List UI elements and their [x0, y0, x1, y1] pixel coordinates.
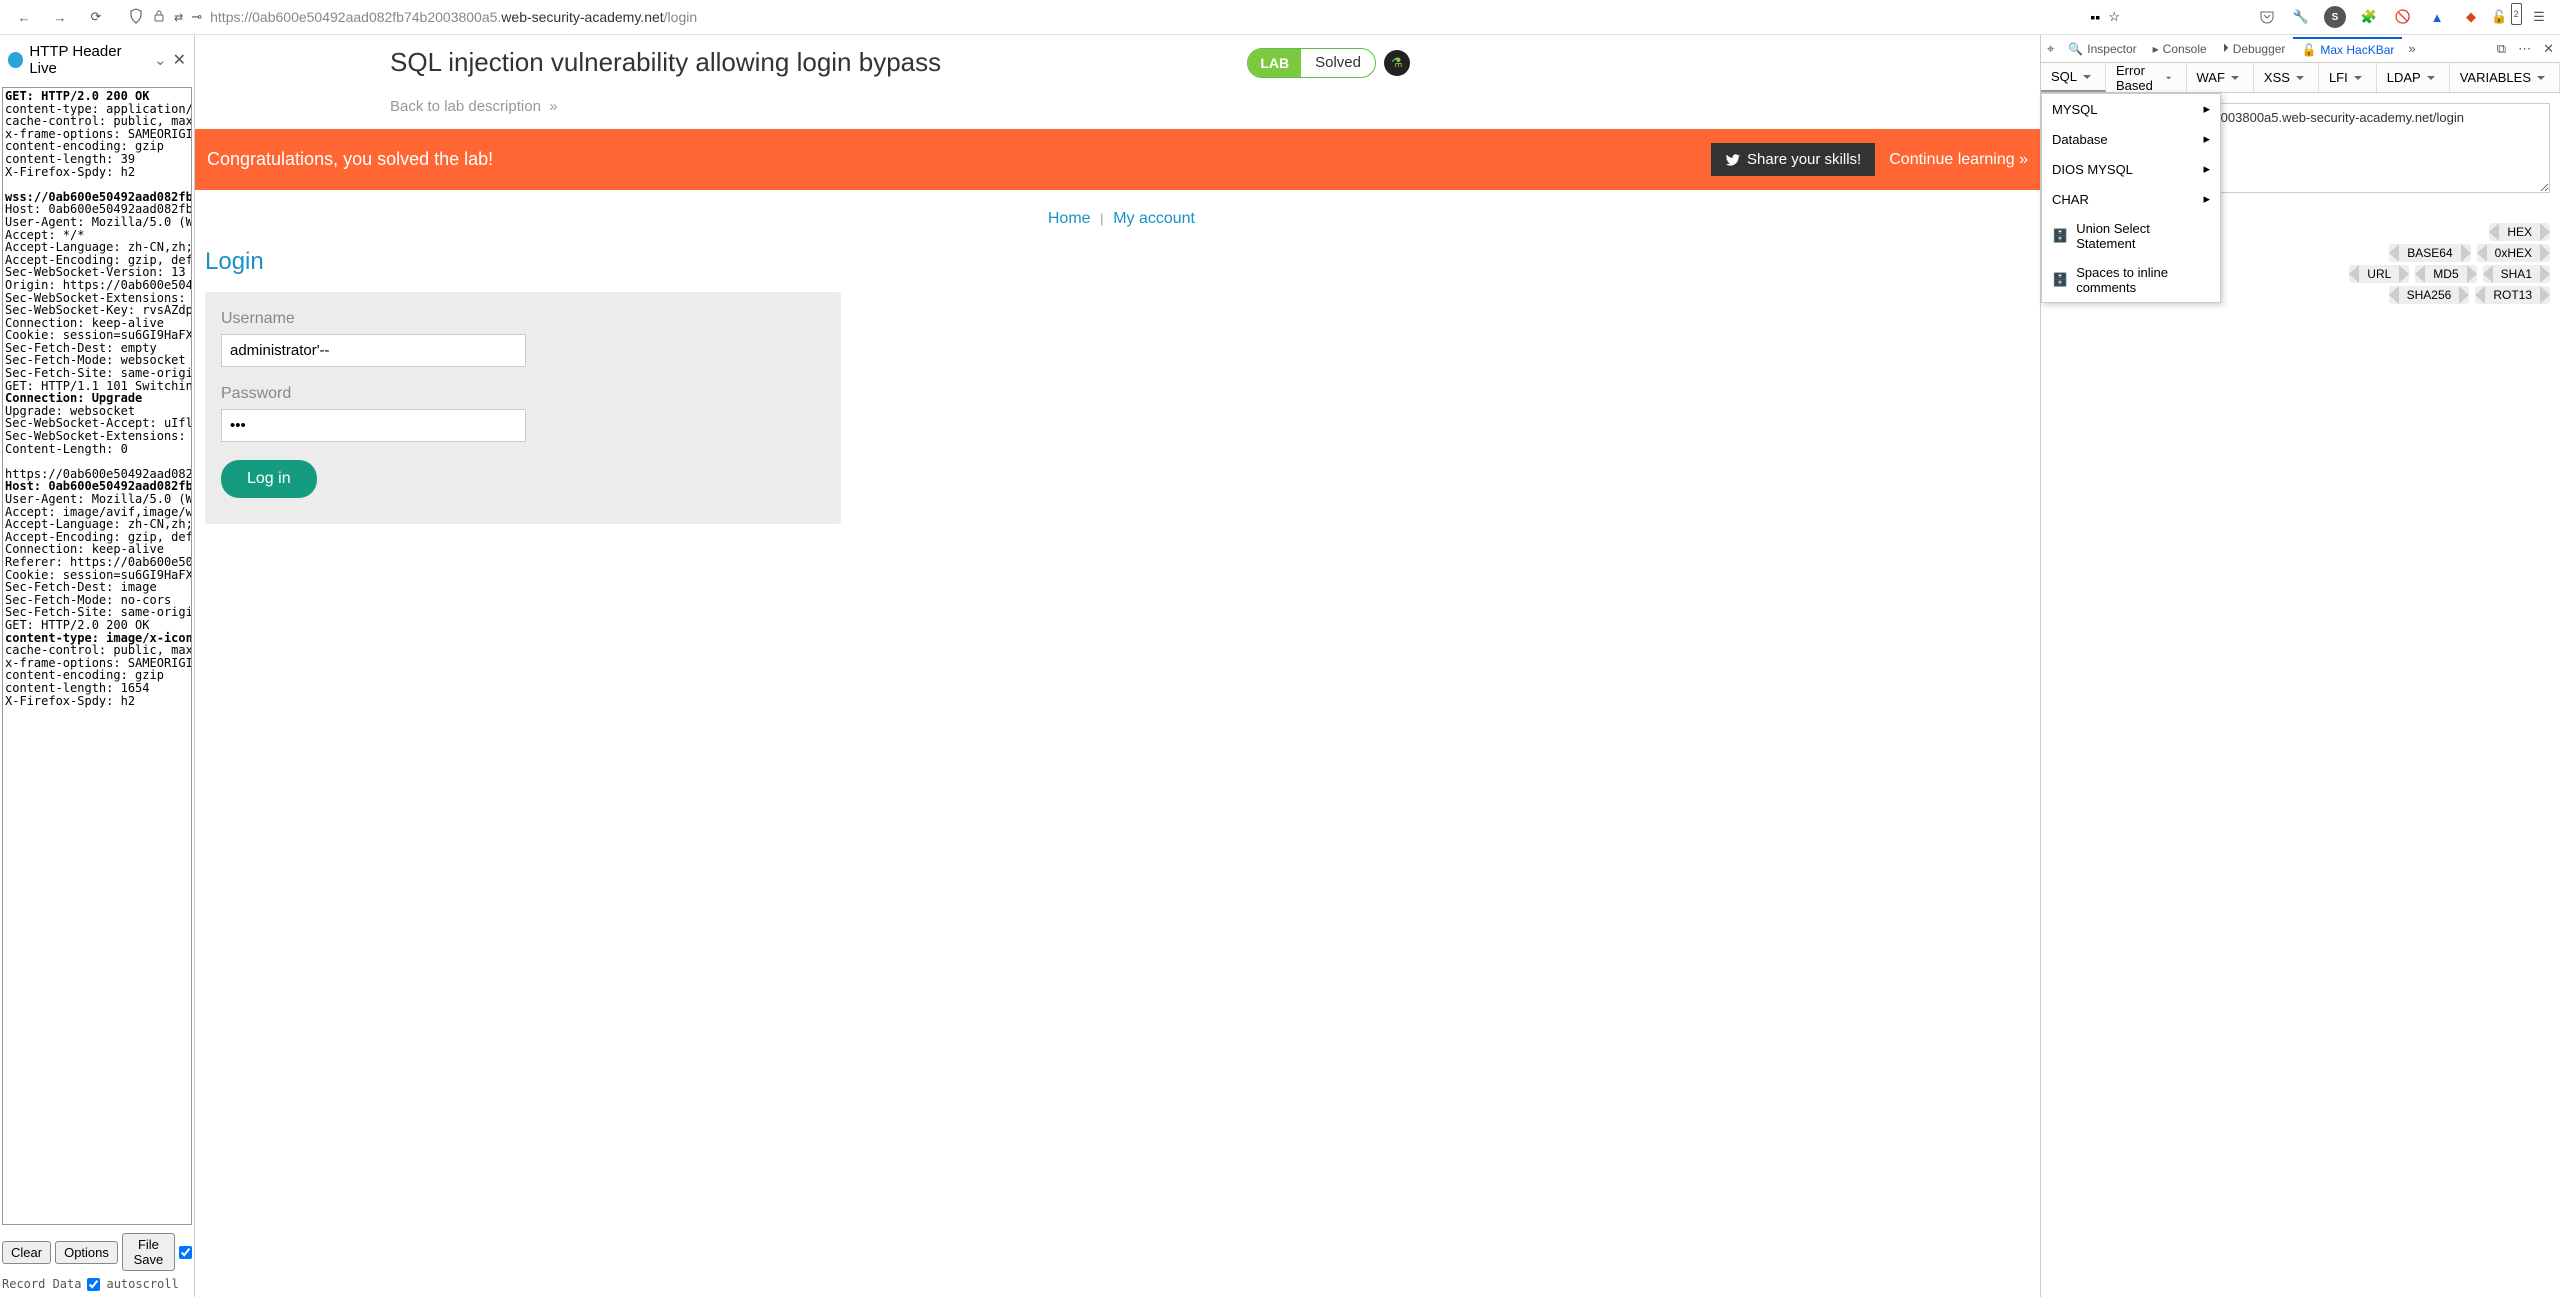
page-content: SQL injection vulnerability allowing log… [195, 35, 2040, 1297]
chip-md5[interactable]: MD5 [2415, 265, 2476, 283]
hackbar-menu-error-based[interactable]: Error Based [2106, 63, 2187, 92]
congrats-text: Congratulations, you solved the lab! [207, 149, 493, 170]
permissions-icon: ⇄ [174, 11, 183, 24]
forward-button[interactable]: → [46, 3, 74, 31]
shield-icon [128, 8, 144, 27]
share-button[interactable]: Share your skills! [1711, 143, 1875, 176]
cube-icon[interactable]: ◆ [2460, 6, 2482, 28]
chip-url[interactable]: URL [2349, 265, 2409, 283]
reload-button[interactable]: ⟳ [82, 3, 110, 31]
sql-option-dios-mysql[interactable]: DIOS MYSQL▸ [2042, 154, 2220, 184]
sql-option-spaces-to-inline-comments[interactable]: 🗄️Spaces to inline comments [2042, 258, 2220, 302]
password-label: Password [221, 385, 825, 403]
chip-base64[interactable]: BASE64 [2389, 244, 2470, 262]
clear-button[interactable]: Clear [2, 1241, 51, 1264]
hackbar-menu-lfi[interactable]: LFI [2319, 63, 2377, 92]
noscript-icon[interactable]: 🚫 [2392, 6, 2414, 28]
tab-console[interactable]: ▸ Console [2145, 38, 2215, 60]
autoscroll-checkbox[interactable] [87, 1278, 100, 1291]
http-header-live-panel: HTTP Header Live ⌄ ✕ GET: HTTP/2.0 200 O… [0, 35, 195, 1297]
flask-icon: ⚗ [1384, 50, 1410, 76]
hackbar-menu-ldap[interactable]: LDAP [2377, 63, 2450, 92]
wrench-icon[interactable]: 🔧 [2290, 6, 2312, 28]
sql-option-mysql[interactable]: MYSQL▸ [2042, 94, 2220, 124]
url-text: https://0ab600e50492aad082fb74b2003800a5… [210, 9, 697, 25]
account-icon[interactable]: S [2324, 6, 2346, 28]
back-to-lab-link[interactable]: Back to lab description » [390, 90, 2040, 129]
continue-link[interactable]: Continue learning » [1889, 151, 2028, 169]
chip-sha256[interactable]: SHA256 [2389, 286, 2470, 304]
home-link[interactable]: Home [1048, 210, 1091, 227]
chip-sha1[interactable]: SHA1 [2483, 265, 2550, 283]
chip-hex[interactable]: HEX [2489, 223, 2550, 241]
lab-tag: LAB [1248, 49, 1301, 77]
back-button[interactable]: ← [10, 3, 38, 31]
record-label: Record Data [2, 1277, 81, 1291]
login-form: Username Password Log in [205, 292, 841, 524]
nav-separator: | [1100, 211, 1103, 226]
devtools-menu-icon[interactable]: ⋯ [2512, 41, 2537, 57]
lock-icon [152, 9, 166, 26]
extensions-icon[interactable]: 🧩 [2358, 6, 2380, 28]
devtools-close-icon[interactable]: ✕ [2537, 41, 2560, 57]
sql-option-database[interactable]: Database▸ [2042, 124, 2220, 154]
enable-checkbox[interactable] [179, 1245, 192, 1260]
dock-icon[interactable]: ⧉ [2491, 41, 2512, 57]
panel-title: HTTP Header Live [29, 43, 148, 77]
hackbar-menu-sql[interactable]: SQL [2041, 63, 2106, 92]
bookmark-icon[interactable]: ☆ [2108, 9, 2120, 25]
more-tabs-icon[interactable]: » [2402, 41, 2421, 56]
password-input[interactable] [221, 409, 526, 442]
dropdown-icon[interactable]: ⌄ [154, 51, 167, 69]
lab-status: LAB Solved [1247, 48, 1376, 78]
chip-rot13[interactable]: ROT13 [2475, 286, 2550, 304]
tab-debugger[interactable]: ⏵ Debugger [2215, 37, 2294, 60]
close-icon[interactable]: ✕ [173, 50, 186, 70]
browser-toolbar: ← → ⟳ ⇄ ⊸ https://0ab600e50492aad082fb74… [0, 0, 2560, 35]
login-heading: Login [205, 248, 841, 276]
sql-option-union-select-statement[interactable]: 🗄️Union Select Statement [2042, 214, 2220, 258]
key-icon: ⊸ [191, 9, 202, 25]
address-bar[interactable]: ⇄ ⊸ https://0ab600e50492aad082fb74b20038… [118, 8, 2082, 27]
devtools-panel: ⌖ 🔍 Inspector ▸ Console ⏵ Debugger 🔓 Max… [2040, 35, 2560, 1297]
triangle-icon[interactable]: ▲ [2426, 6, 2448, 28]
tab-inspector[interactable]: 🔍 Inspector [2060, 38, 2144, 60]
pocket-icon[interactable] [2256, 6, 2278, 28]
autoscroll-label: autoscroll [106, 1277, 178, 1291]
username-input[interactable] [221, 334, 526, 367]
tab-hackbar[interactable]: 🔓 Max HacKBar [2293, 37, 2402, 61]
lab-title: SQL injection vulnerability allowing log… [390, 47, 1247, 78]
extension-icon [8, 52, 23, 68]
file-save-button[interactable]: File Save [122, 1233, 175, 1271]
hackbar-menu-waf[interactable]: WAF [2187, 63, 2254, 92]
hackbar-menubar: SQLError BasedWAFXSSLFILDAPVARIABLES MYS… [2041, 63, 2560, 93]
http-log[interactable]: GET: HTTP/2.0 200 OK content-type: appli… [2, 87, 192, 1225]
db-icon: 🗄️ [2052, 228, 2068, 244]
login-button[interactable]: Log in [221, 460, 317, 498]
username-label: Username [221, 310, 825, 328]
twitter-icon [1725, 152, 1741, 168]
lab-state: Solved [1301, 48, 1375, 77]
bug-icon[interactable]: 🔓2 [2494, 6, 2516, 28]
sql-option-char[interactable]: CHAR▸ [2042, 184, 2220, 214]
success-banner: Congratulations, you solved the lab! Sha… [195, 129, 2040, 190]
chip-0xhex[interactable]: 0xHEX [2477, 244, 2550, 262]
my-account-link[interactable]: My account [1113, 210, 1195, 227]
element-picker-icon[interactable]: ⌖ [2041, 41, 2060, 57]
options-button[interactable]: Options [55, 1241, 118, 1264]
hackbar-menu-variables[interactable]: VARIABLES [2450, 63, 2560, 92]
apps-icon[interactable]: ▪▪ [2090, 9, 2100, 25]
db-icon: 🗄️ [2052, 272, 2068, 288]
menu-icon[interactable]: ☰ [2528, 6, 2550, 28]
hackbar-menu-xss[interactable]: XSS [2254, 63, 2319, 92]
sql-dropdown: MYSQL▸Database▸DIOS MYSQL▸CHAR▸🗄️Union S… [2041, 93, 2221, 303]
